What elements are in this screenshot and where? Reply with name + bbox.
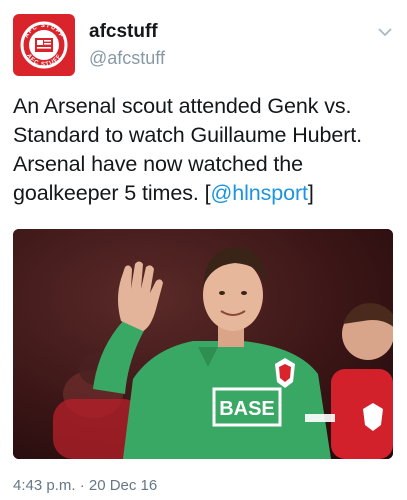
chevron-down-icon[interactable] [377,24,393,37]
author-names: afcstuff @afcstuff [89,20,165,70]
tweet-text: An Arsenal scout attended Genk vs. Stand… [13,92,398,208]
photo-goalkeeper-waving: BASE [13,229,393,459]
shirt-sponsor-text: BASE [219,398,275,420]
tweet-timestamp[interactable]: 4:43 p.m. · 20 Dec 16 [13,477,157,494]
mention-link[interactable]: @hlnsport [210,181,308,205]
display-name[interactable]: afcstuff [89,20,165,44]
avatar[interactable]: AFC STUFF AFC STUFF [13,14,75,76]
bracket-close: ] [307,181,314,205]
tweet-header: AFC STUFF AFC STUFF afcstuff @afcstuff [13,14,395,78]
afcstuff-logo-icon: AFC STUFF AFC STUFF [20,21,68,69]
handle[interactable]: @afcstuff [89,46,165,70]
tweet-photo[interactable]: BASE [13,229,393,459]
